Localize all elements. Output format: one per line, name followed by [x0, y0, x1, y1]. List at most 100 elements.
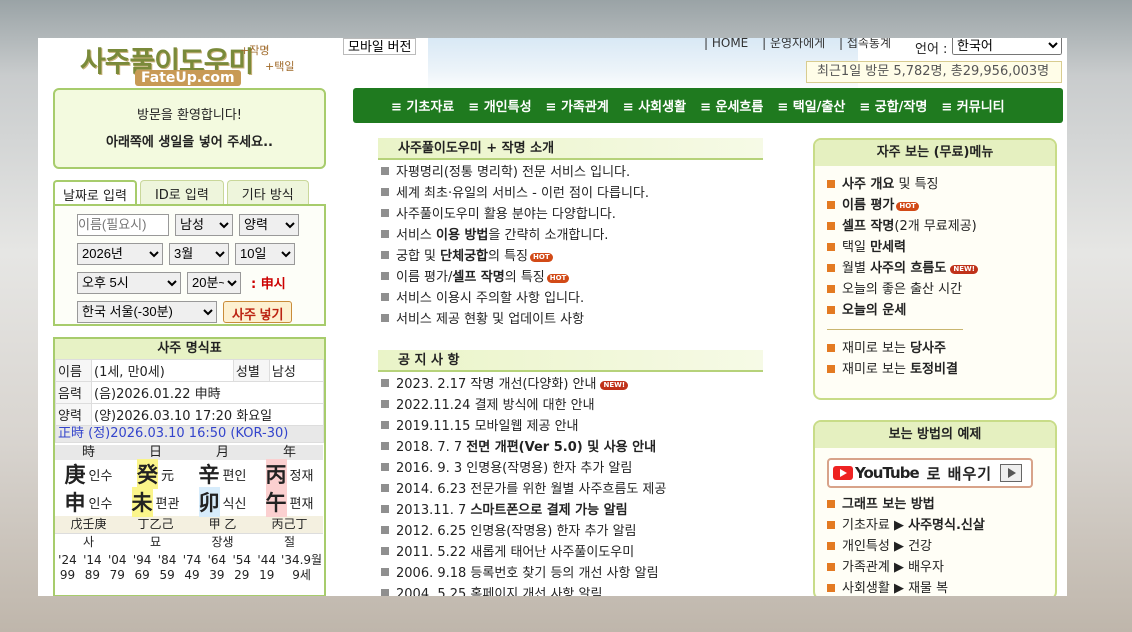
example-item[interactable]: 기초자료 ▶ 사주명식.신살 [827, 515, 1055, 536]
fun-menu-item-bold: 당사주 [910, 341, 946, 356]
intro-item[interactable]: 서비스 제공 현황 및 업데이트 사항 [381, 309, 763, 330]
notice-item[interactable]: 2004. 5.25 홈페이지 개선 사항 알림 [381, 584, 763, 596]
tab-id-input[interactable]: ID로 입력 [139, 180, 224, 204]
example-item[interactable]: 그래프 보는 방법 [827, 494, 1055, 515]
notice-item[interactable]: 2014. 6.23 전문가를 위한 월별 사주흐름도 제공 [381, 479, 763, 500]
free-menu-item[interactable]: 월별 사주의 흐름도 NEW! [827, 258, 1055, 279]
pillar-hidden-stems: 丁乙己 [122, 516, 189, 533]
intro-item[interactable]: 세계 최초·유일의 서비스 - 이런 점이 다릅니다. [381, 183, 763, 204]
daeun-age[interactable]: 19 [254, 568, 279, 583]
intro-item[interactable]: 이름 평가/셀프 작명의 특징 HOT [381, 267, 763, 288]
notice-item[interactable]: 2006. 9.18 등록번호 찾기 등의 개선 사항 알림 [381, 563, 763, 584]
notice-item[interactable]: 2018. 7. 7 전면 개편(Ver 5.0) 및 사용 안내 [381, 437, 763, 458]
jungsi-value: 正時 (정)2026.03.10 16:50 (KOR-30) [55, 425, 324, 443]
notice-item[interactable]: 2011. 5.22 새롭게 태어난 사주풀이도우미 [381, 542, 763, 563]
nav-date-birth[interactable]: 택일/출산 [777, 96, 846, 115]
pillar-stem: 庚 [64, 463, 86, 487]
daeun-years: '24 '14 '04 '94 '84 '74 '64 '54 '44 '34.… [55, 553, 324, 568]
gender-select[interactable]: 남성 [175, 213, 233, 236]
intro-item-text: 세계 최초·유일의 서비스 - 이런 점이 다릅니다. [396, 186, 650, 201]
gender-value: 남성 [268, 359, 325, 382]
daeun-age[interactable]: 49 [180, 568, 205, 583]
notice-item[interactable]: 2022.11.24 결제 방식에 대한 안내 [381, 395, 763, 416]
notice-item-bold: 스마트폰으로 결제 가능 알림 [470, 503, 628, 518]
home-link[interactable]: | HOME [704, 38, 748, 50]
daeun-age[interactable]: 69 [130, 568, 155, 583]
name-input[interactable] [77, 213, 169, 236]
hour-select[interactable]: 오후 5시 [77, 271, 181, 294]
free-menu-item-bold: 셀프 작명 [842, 219, 895, 234]
pillar-unseong: 절 [256, 533, 323, 549]
free-menu-item[interactable]: 이름 평가 HOT [827, 195, 1055, 216]
notice-item-text: 2022.11.24 결제 방식에 대한 안내 [396, 398, 595, 413]
free-menu-item-bold: 오늘의 운세 [842, 303, 907, 318]
intro-item-bold: 셀프 작명 [452, 270, 505, 285]
daeun-age[interactable]: 9세 [279, 568, 324, 583]
nav-community[interactable]: 커뮤니티 [941, 96, 1005, 115]
notice-item-text: 2011. 5.22 새롭게 태어난 사주풀이도우미 [396, 545, 635, 560]
free-menu-title: 자주 보는 (무료)메뉴 [815, 140, 1055, 166]
notice-item[interactable]: 2023. 2.17 작명 개선(다양화) 안내 NEW! [381, 374, 763, 395]
notice-item-text: 2004. 5.25 홈페이지 개선 사항 알림 [396, 587, 603, 596]
tab-date-input[interactable]: 날짜로 입력 [53, 180, 137, 204]
example-item[interactable]: 사회생활 ▶ 재물 복 [827, 578, 1055, 596]
intro-item[interactable]: 서비스 이용시 주의할 사항 입니다. [381, 288, 763, 309]
examples-list: 그래프 보는 방법 기초자료 ▶ 사주명식.신살 개인특성 ▶ 건강 가족관계 ▶ 배… [815, 488, 1055, 596]
mobile-version-button[interactable]: 모바일 버전 [343, 38, 417, 55]
year-select[interactable]: 2026년 [77, 242, 163, 265]
nav-fortune-flow[interactable]: 운세흐름 [700, 96, 763, 115]
daeun-age[interactable]: 29 [229, 568, 254, 583]
nav-basic-data[interactable]: 기초자료 [391, 96, 454, 115]
daeun-age[interactable]: 99 [55, 568, 80, 583]
access-stats-link[interactable]: | 접속통계 [839, 38, 891, 50]
calendar-type-select[interactable]: 양력 [239, 213, 299, 236]
intro-item[interactable]: 서비스 이용 방법을 간략히 소개합니다. [381, 225, 763, 246]
day-select[interactable]: 10일 [235, 242, 295, 265]
intro-item-suffix: 을 간략히 소개합니다. [488, 228, 609, 243]
free-menu-item[interactable]: 셀프 작명(2개 무료제공) [827, 216, 1055, 237]
free-menu-item[interactable]: 오늘의 운세 [827, 300, 1055, 321]
nav-personal-traits[interactable]: 개인특성 [468, 96, 532, 115]
youtube-wordmark: YouTube [855, 464, 920, 482]
intro-item[interactable]: 궁합 및 단체궁합의 특징 HOT [381, 246, 763, 267]
intro-item[interactable]: 자평명리(정통 명리학) 전문 서비스 입니다. [381, 162, 763, 183]
saju-submit-button[interactable]: 사주 넣기 [223, 300, 293, 323]
free-menu-item[interactable]: 사주 개요 및 특징 [827, 174, 1055, 195]
nav-social-life[interactable]: 사회생활 [623, 96, 686, 115]
notice-item[interactable]: 2012. 6.25 인명용(작명용) 한자 추가 알림 [381, 521, 763, 542]
pillar-hidden-stems: 丙己丁 [256, 516, 323, 533]
fun-menu-item[interactable]: 재미로 보는 당사주 [827, 338, 1055, 359]
notice-item[interactable]: 2013.11. 7 스마트폰으로 결제 가능 알림 [381, 500, 763, 521]
example-item[interactable]: 개인특성 ▶ 건강 [827, 536, 1055, 557]
pillar-head: 時 [55, 445, 122, 460]
free-menu-item-text: (2개 무료제공) [894, 219, 977, 234]
nav-compat-naming[interactable]: 궁합/작명 [859, 96, 928, 115]
example-item[interactable]: 가족관계 ▶ 배우자 [827, 557, 1055, 578]
free-menu-item[interactable]: 오늘의 좋은 출산 시간 [827, 279, 1055, 300]
youtube-learn-button[interactable]: YouTube 로 배우기 [827, 458, 1033, 488]
notice-item[interactable]: 2019.11.15 모바일웹 제공 안내 [381, 416, 763, 437]
notice-item[interactable]: 2016. 9. 3 인명용(작명용) 한자 추가 알림 [381, 458, 763, 479]
site-logo[interactable]: 사주풀이도우미 +작명 +택일 FateUp.com [80, 40, 310, 88]
gender-label: 성별 [232, 359, 270, 382]
tab-other-method[interactable]: 기타 방식 [226, 180, 309, 204]
fun-menu-item-text: 재미로 보는 [842, 362, 911, 377]
fun-menu-item[interactable]: 재미로 보는 토정비결 [827, 359, 1055, 380]
contact-admin-link[interactable]: | 운영자에게 [762, 38, 825, 50]
examples-title: 보는 방법의 예제 [815, 422, 1055, 448]
daeun-age[interactable]: 89 [80, 568, 105, 583]
free-menu-item[interactable]: 택일 만세력 [827, 237, 1055, 258]
month-select[interactable]: 3월 [169, 242, 229, 265]
intro-item-bold: 단체궁합 [440, 249, 488, 264]
daeun-age[interactable]: 79 [105, 568, 130, 583]
minute-select[interactable]: 20분~ [187, 271, 241, 294]
region-select[interactable]: 한국 서울(-30분) [77, 300, 217, 323]
daeun-age[interactable]: 39 [204, 568, 229, 583]
intro-list: 자평명리(정통 명리학) 전문 서비스 입니다. 세계 최초·유일의 서비스 - … [378, 160, 763, 330]
intro-item[interactable]: 사주풀이도우미 활용 분야는 다양합니다. [381, 204, 763, 225]
free-menu-item-text: 및 특징 [894, 177, 939, 192]
language-select[interactable]: 한국어 [952, 38, 1062, 55]
pillar-unseong: 장생 [189, 533, 256, 549]
daeun-age[interactable]: 59 [155, 568, 180, 583]
nav-family-relations[interactable]: 가족관계 [546, 96, 609, 115]
